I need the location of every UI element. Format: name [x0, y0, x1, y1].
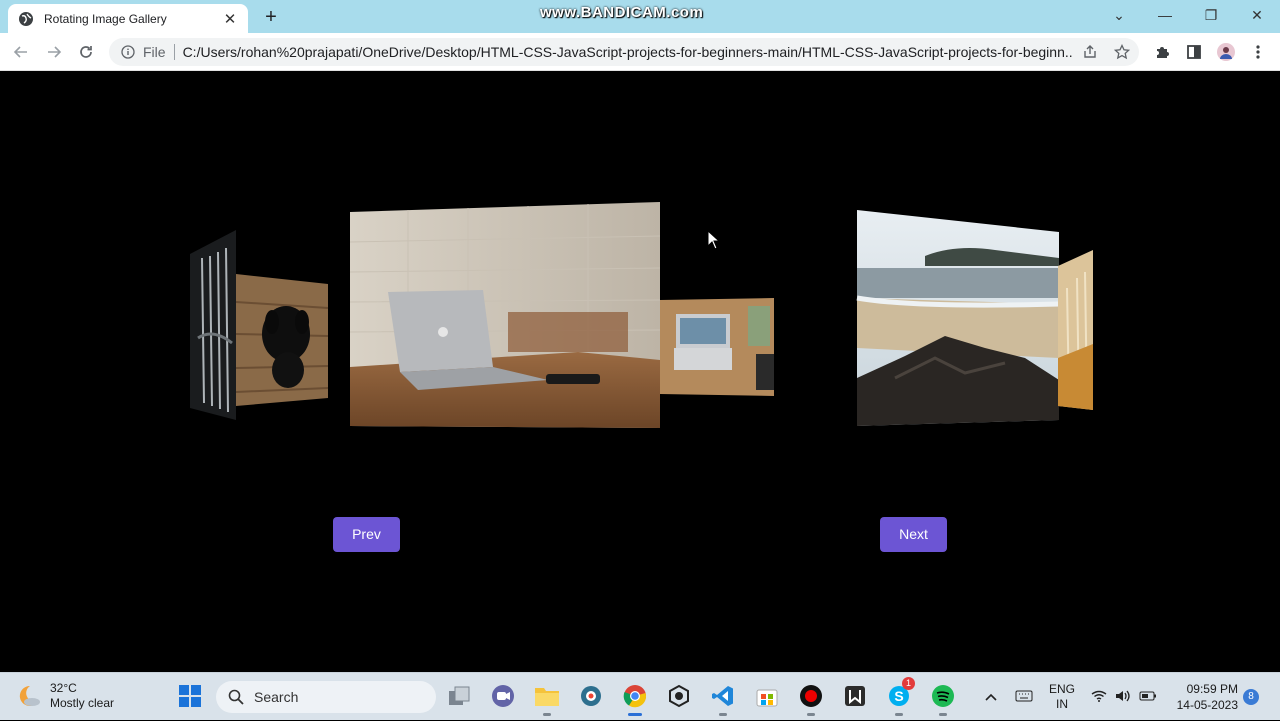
app-running-indicator [719, 713, 727, 716]
extensions-icon[interactable] [1151, 41, 1173, 63]
chrome-icon[interactable] [622, 683, 648, 716]
close-window-button[interactable]: ✕ [1242, 4, 1272, 26]
next-button[interactable]: Next [880, 517, 947, 552]
language-region: IN [1056, 697, 1068, 711]
spotify-icon[interactable] [930, 683, 956, 716]
url-text[interactable]: C:/Users/rohan%20prajapati/OneDrive/Desk… [183, 44, 1073, 60]
teams-chat-icon[interactable] [490, 683, 516, 709]
gallery-page: Prev Next [0, 72, 1280, 672]
app-running-indicator [895, 713, 903, 716]
search-label: Search [254, 689, 299, 705]
keyboard-icon[interactable] [1015, 690, 1033, 705]
notification-badge[interactable]: 8 [1243, 689, 1259, 705]
gallery-image-laptop-topdown [660, 298, 774, 396]
weather-description: Mostly clear [50, 696, 115, 710]
new-tab-button[interactable]: + [260, 6, 282, 28]
clock-time: 09:59 PM [1186, 682, 1238, 696]
minimize-button[interactable]: — [1150, 4, 1180, 26]
system-tray: ENG IN [985, 673, 1157, 721]
moon-cloud-icon [19, 685, 40, 706]
menu-kebab-icon[interactable] [1247, 41, 1269, 63]
url-scheme: File [143, 44, 166, 60]
battery-icon[interactable] [1139, 690, 1157, 704]
browser-titlebar: Rotating Image Gallery ✕ + www.BANDICAM.… [0, 0, 1280, 33]
screen-recorder-icon[interactable] [578, 683, 604, 709]
side-panel-icon[interactable] [1183, 41, 1205, 63]
info-icon[interactable] [121, 45, 135, 59]
skype-icon[interactable]: S 1 [886, 677, 915, 716]
search-icon [228, 689, 244, 705]
file-explorer-icon[interactable] [534, 683, 560, 716]
bookmark-star-icon[interactable] [1113, 43, 1131, 61]
weather-temperature: 32°C [50, 681, 77, 695]
back-icon[interactable] [10, 41, 32, 63]
app-active-indicator [628, 713, 642, 716]
show-hidden-icons-chevron-icon[interactable] [985, 690, 997, 704]
browser-toolbar: File C:/Users/rohan%20prajapati/OneDrive… [0, 33, 1280, 71]
svg-text:S: S [894, 688, 903, 704]
gallery-image-beach-rocks [856, 210, 1060, 426]
record-icon[interactable] [798, 683, 824, 716]
tab-search-icon[interactable]: ⌄ [1104, 4, 1134, 26]
address-bar[interactable]: File C:/Users/rohan%20prajapati/OneDrive… [109, 38, 1139, 66]
gallery-image-black-dog [236, 274, 329, 406]
taskbar-search-box[interactable]: Search [216, 681, 436, 713]
github-desktop-icon[interactable] [666, 683, 692, 709]
task-view-icon[interactable] [446, 683, 472, 709]
gallery-image-forks [190, 230, 236, 420]
weather-widget[interactable]: 32°C Mostly clear [16, 681, 114, 711]
gallery-image-wheat-fence [1058, 250, 1093, 410]
recording-watermark: www.BANDICAM.com [540, 4, 704, 21]
skype-badge: 1 [902, 677, 915, 690]
profile-avatar[interactable] [1215, 41, 1237, 63]
clock-date: 14-05-2023 [1176, 698, 1238, 712]
gallery-image-laptop-on-desk [349, 202, 661, 428]
microsoft-store-icon[interactable] [754, 683, 780, 709]
share-icon[interactable] [1081, 43, 1099, 61]
language-code: ENG [1049, 682, 1076, 696]
system-clock[interactable]: 09:59 PM 14-05-2023 [1168, 681, 1238, 713]
tab-close-icon[interactable]: ✕ [222, 10, 238, 28]
vscode-icon[interactable] [710, 683, 736, 716]
prev-button[interactable]: Prev [333, 517, 400, 552]
bandicam-icon[interactable] [842, 683, 868, 709]
windows-start-icon[interactable] [177, 683, 203, 709]
url-separator [173, 44, 175, 60]
app-running-indicator [807, 713, 815, 716]
reload-icon[interactable] [75, 41, 97, 63]
app-running-indicator [543, 713, 551, 716]
app-running-indicator [939, 713, 947, 716]
language-indicator[interactable]: ENG IN [1049, 682, 1075, 712]
tab-title: Rotating Image Gallery [44, 11, 167, 26]
restore-button[interactable]: ❐ [1196, 4, 1226, 26]
windows-taskbar: 32°C Mostly clear Search S 1 ENG IN 09:5… [0, 672, 1280, 720]
browser-tab[interactable]: Rotating Image Gallery ✕ [8, 4, 248, 33]
wifi-icon[interactable] [1091, 690, 1107, 705]
mouse-cursor-icon [707, 230, 721, 250]
volume-icon[interactable] [1115, 689, 1131, 706]
globe-icon [19, 11, 33, 26]
forward-icon[interactable] [43, 41, 65, 63]
